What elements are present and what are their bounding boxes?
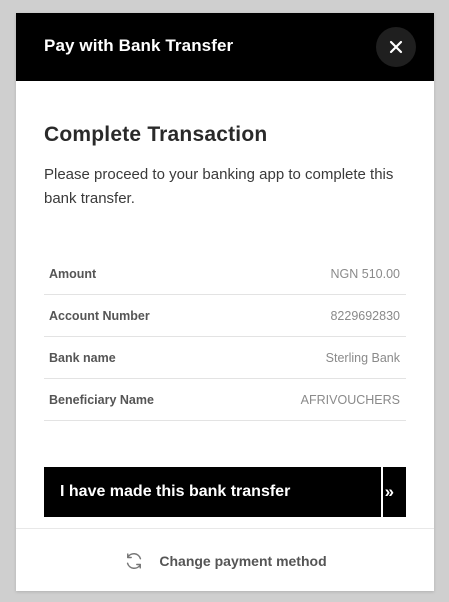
detail-value: NGN 510.00	[330, 266, 400, 281]
detail-value: Sterling Bank	[325, 350, 400, 365]
detail-label: Beneficiary Name	[49, 392, 154, 407]
detail-label: Amount	[49, 266, 97, 281]
confirm-transfer-button[interactable]: I have made this bank transfer ››	[44, 467, 406, 517]
detail-row-beneficiary-name: Beneficiary Name AFRIVOUCHERS	[44, 379, 406, 421]
section-title: Complete Transaction	[44, 123, 268, 146]
payment-modal: Pay with Bank Transfer Complete Transact…	[16, 13, 434, 591]
confirm-transfer-label: I have made this bank transfer	[60, 483, 291, 500]
transfer-details: Amount NGN 510.00 Account Number 8229692…	[44, 253, 406, 421]
detail-row-bank-name: Bank name Sterling Bank	[44, 337, 406, 379]
detail-value: 8229692830	[330, 308, 400, 323]
detail-row-account-number: Account Number 8229692830	[44, 295, 406, 337]
close-button[interactable]	[376, 27, 416, 67]
modal-title: Pay with Bank Transfer	[44, 36, 234, 55]
double-chevron-right-icon: ››	[384, 482, 394, 501]
change-payment-method-label: Change payment method	[159, 552, 327, 569]
modal-header: Pay with Bank Transfer	[16, 13, 434, 81]
close-icon	[389, 40, 403, 54]
detail-row-amount: Amount NGN 510.00	[44, 253, 406, 295]
detail-value: AFRIVOUCHERS	[300, 392, 400, 407]
change-payment-method-button[interactable]: Change payment method	[16, 528, 434, 591]
detail-label: Bank name	[49, 350, 116, 365]
detail-label: Account Number	[49, 308, 150, 323]
refresh-icon	[127, 552, 142, 569]
instructions-text: Please proceed to your banking app to co…	[44, 166, 394, 207]
